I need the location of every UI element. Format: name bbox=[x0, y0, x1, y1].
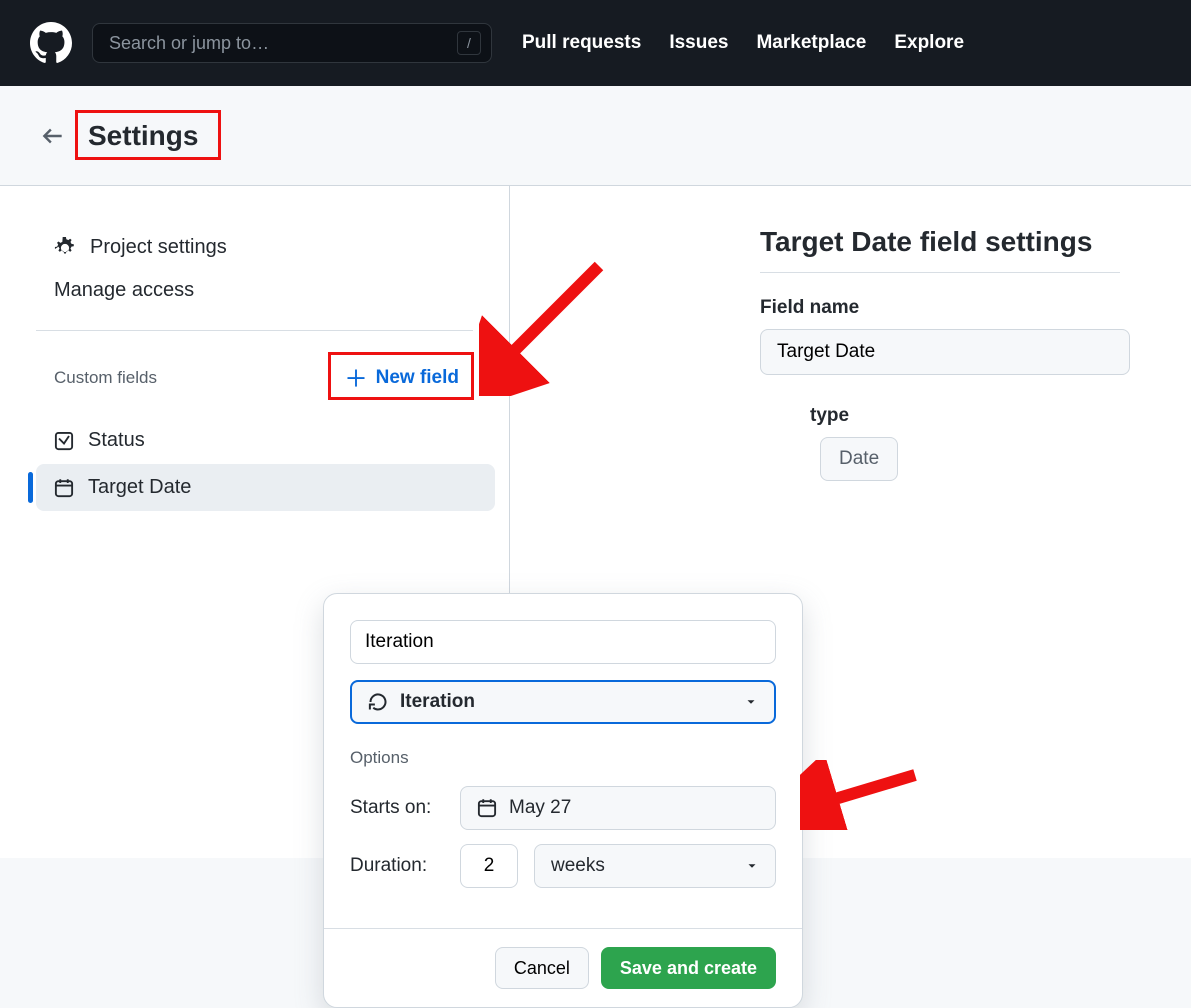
field-type-text: Date bbox=[839, 448, 879, 470]
field-item-label: Status bbox=[88, 429, 145, 452]
sidebar-item-project-settings[interactable]: Project settings bbox=[0, 226, 509, 269]
field-name-label: Field name bbox=[760, 297, 1120, 319]
github-logo-icon[interactable] bbox=[30, 22, 72, 64]
duration-row: Duration: weeks bbox=[350, 844, 776, 888]
settings-header: Settings bbox=[0, 86, 1191, 186]
new-field-popover: Iteration Options Starts on: May 27 Dura… bbox=[323, 593, 803, 1008]
top-navbar: Search or jump to… / Pull requests Issue… bbox=[0, 0, 1191, 86]
sidebar-item-manage-access[interactable]: Manage access bbox=[0, 269, 509, 312]
save-and-create-button[interactable]: Save and create bbox=[601, 947, 776, 989]
field-item-status[interactable]: Status bbox=[0, 417, 509, 464]
field-type-select-value: Iteration bbox=[400, 691, 475, 713]
field-type-label: type bbox=[810, 405, 1120, 427]
field-type-select[interactable]: Iteration bbox=[350, 680, 776, 724]
field-item-label: Target Date bbox=[88, 476, 191, 499]
new-field-button[interactable]: New field bbox=[336, 361, 469, 395]
nav-explore[interactable]: Explore bbox=[894, 32, 964, 54]
nav-issues[interactable]: Issues bbox=[669, 32, 728, 54]
field-list: Status Target Date bbox=[0, 417, 509, 511]
chevron-down-icon bbox=[745, 859, 759, 873]
options-label: Options bbox=[350, 748, 776, 768]
duration-unit-value: weeks bbox=[551, 855, 605, 877]
popover-footer: Cancel Save and create bbox=[324, 928, 802, 1007]
nav-pull-requests[interactable]: Pull requests bbox=[522, 32, 641, 54]
starts-on-label: Starts on: bbox=[350, 797, 444, 819]
custom-fields-header: Custom fields New field bbox=[0, 331, 509, 413]
single-select-icon bbox=[54, 431, 74, 451]
back-arrow-icon[interactable] bbox=[40, 123, 66, 149]
field-name-input[interactable] bbox=[760, 329, 1130, 375]
duration-label: Duration: bbox=[350, 855, 444, 877]
custom-fields-label: Custom fields bbox=[54, 368, 157, 388]
sidebar-item-label: Project settings bbox=[90, 236, 227, 259]
nav-links: Pull requests Issues Marketplace Explore bbox=[522, 32, 964, 54]
plus-icon bbox=[346, 368, 366, 388]
search-input[interactable]: Search or jump to… / bbox=[92, 23, 492, 63]
gear-icon bbox=[54, 237, 76, 259]
new-field-name-input[interactable] bbox=[350, 620, 776, 664]
sidebar-item-label: Manage access bbox=[54, 279, 194, 302]
nav-marketplace[interactable]: Marketplace bbox=[756, 32, 866, 54]
search-shortcut-key: / bbox=[457, 31, 481, 55]
iteration-icon bbox=[368, 692, 388, 712]
field-type-value: Date bbox=[820, 437, 898, 481]
duration-unit-select[interactable]: weeks bbox=[534, 844, 776, 888]
calendar-icon bbox=[477, 798, 497, 818]
search-placeholder: Search or jump to… bbox=[109, 33, 269, 54]
panel-title: Target Date field settings bbox=[760, 226, 1120, 273]
new-field-label: New field bbox=[376, 367, 459, 389]
page-title: Settings bbox=[80, 118, 206, 154]
chevron-down-icon bbox=[744, 695, 758, 709]
starts-on-date-button[interactable]: May 27 bbox=[460, 786, 776, 830]
field-item-target-date[interactable]: Target Date bbox=[36, 464, 495, 511]
cancel-button[interactable]: Cancel bbox=[495, 947, 589, 989]
duration-number-input[interactable] bbox=[460, 844, 518, 888]
calendar-icon bbox=[54, 478, 74, 498]
starts-on-value: May 27 bbox=[509, 797, 571, 819]
starts-on-row: Starts on: May 27 bbox=[350, 786, 776, 830]
